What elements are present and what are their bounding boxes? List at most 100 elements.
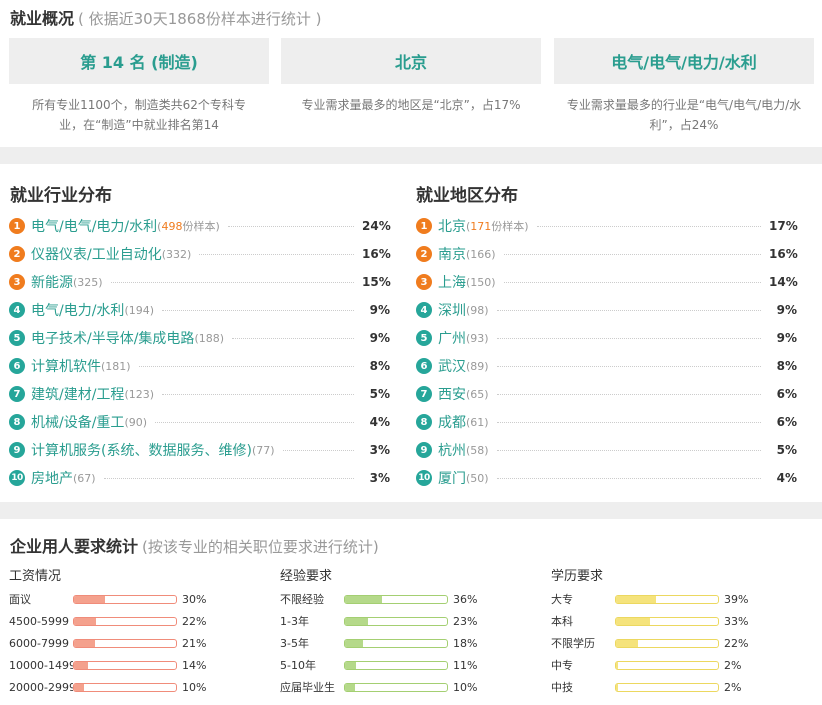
industry-row[interactable]: 4 电气/电力/水利 (194) 9% [9, 296, 390, 324]
region-name-link[interactable]: 北京 [438, 216, 466, 236]
rank-badge: 4 [416, 302, 432, 318]
requirement-row: 10000-14999 14% [9, 654, 206, 676]
sample-count-value: 89 [470, 359, 485, 373]
percent-value: 6% [776, 387, 797, 401]
dotted-leader [496, 365, 761, 367]
region-name-link[interactable]: 广州 [438, 328, 466, 348]
industry-name-link[interactable]: 新能源 [31, 272, 73, 292]
industry-name-link[interactable]: 仪器仪表/工业自动化 [31, 244, 162, 264]
percent-value: 9% [369, 303, 390, 317]
percent-value: 21% [182, 636, 207, 650]
sample-count-value: 67 [77, 471, 92, 485]
rank-badge: 5 [416, 330, 432, 346]
rank-badge: 1 [416, 218, 432, 234]
progress-fill [345, 683, 356, 691]
industry-row[interactable]: 2 仪器仪表/工业自动化 (332) 16% [9, 240, 391, 268]
industry-row[interactable]: 10 房地产 (67) 3% [9, 464, 390, 492]
industry-name-link[interactable]: 电气/电气/电力/水利 [31, 216, 157, 236]
industry-name-link[interactable]: 房地产 [31, 468, 73, 488]
progress-bar [615, 682, 719, 692]
industry-row[interactable]: 5 电子技术/半导体/集成电路 (188) 9% [9, 324, 390, 352]
dotted-leader [496, 393, 761, 395]
progress-fill [74, 683, 85, 691]
progress-fill [345, 661, 357, 669]
industry-name-link[interactable]: 计算机服务(系统、数据服务、维修) [31, 440, 252, 460]
region-row[interactable]: 8 成都 (61) 6% [416, 408, 797, 436]
overview-desc-rank: 所有专业1100个，制造类共62个专科专业，在“制造”中就业排名第14 [32, 98, 246, 132]
region-row[interactable]: 1 北京 (171份样本) 17% [416, 212, 798, 240]
industry-row[interactable]: 3 新能源 (325) 15% [9, 268, 391, 296]
progress-bar [615, 616, 719, 626]
sample-count-value: 166 [470, 247, 492, 261]
region-name-link[interactable]: 南京 [438, 244, 466, 264]
sample-count: (325) [73, 275, 103, 289]
overview-desc-industry: 专业需求量最多的行业是“电气/电气/电力/水利”，占24% [566, 98, 802, 132]
industry-row[interactable]: 8 机械/设备/重工 (90) 4% [9, 408, 390, 436]
region-row[interactable]: 7 西安 (65) 6% [416, 380, 797, 408]
industry-row[interactable]: 9 计算机服务(系统、数据服务、维修) (77) 3% [9, 436, 390, 464]
rank-badge: 10 [416, 470, 432, 486]
progress-bar [344, 594, 448, 604]
sample-count: (67) [73, 471, 96, 485]
requirement-label: 面议 [9, 593, 31, 606]
industry-name-link[interactable]: 电子技术/半导体/集成电路 [31, 328, 194, 348]
overview-title: 就业概况 [10, 9, 75, 28]
progress-fill [345, 595, 382, 603]
dotted-leader [162, 393, 354, 395]
industry-name-link[interactable]: 机械/设备/重工 [31, 412, 124, 432]
requirement-row: 20000-29999 10% [9, 676, 206, 698]
region-name-link[interactable]: 深圳 [438, 300, 466, 320]
sample-count: (171份样本) [466, 220, 529, 233]
region-name-link[interactable]: 厦门 [438, 468, 466, 488]
dotted-leader [162, 309, 354, 311]
region-row[interactable]: 10 厦门 (50) 4% [416, 464, 797, 492]
region-row[interactable]: 6 武汉 (89) 8% [416, 352, 797, 380]
progress-fill [345, 639, 364, 647]
region-row[interactable]: 3 上海 (150) 14% [416, 268, 798, 296]
sample-count-value: 332 [166, 247, 188, 261]
rank-badge: 9 [9, 442, 25, 458]
sample-count: (61) [466, 415, 489, 429]
requirement-label: 4500-5999 [9, 614, 69, 628]
sample-count-value: 93 [470, 331, 485, 345]
rank-badge: 10 [9, 470, 25, 486]
requirements-subtitle: (按该专业的相关职位要求进行统计) [142, 538, 379, 556]
industry-title: 就业行业分布 [10, 186, 112, 206]
industry-name-link[interactable]: 电气/电力/水利 [31, 300, 124, 320]
dotted-leader [503, 281, 761, 283]
sample-count-value: 498 [161, 220, 183, 233]
progress-bar [73, 616, 177, 626]
progress-bar [73, 682, 177, 692]
dotted-leader [282, 449, 354, 451]
region-name-link[interactable]: 杭州 [438, 440, 466, 460]
region-title: 就业地区分布 [416, 186, 518, 206]
industry-name-link[interactable]: 计算机软件 [31, 356, 101, 376]
overview-header: 就业概况( 依据近30天1868份样本进行统计 ) [10, 5, 322, 28]
percent-value: 17% [769, 219, 798, 233]
sample-count-value: 181 [105, 359, 127, 373]
percent-value: 9% [369, 331, 390, 345]
region-name-link[interactable]: 西安 [438, 384, 466, 404]
progress-bar [344, 638, 448, 648]
rank-badge: 1 [9, 218, 25, 234]
region-name-link[interactable]: 上海 [438, 272, 466, 292]
requirement-label: 5-10年 [280, 659, 316, 672]
region-row[interactable]: 5 广州 (93) 9% [416, 324, 797, 352]
rank-badge: 9 [416, 442, 432, 458]
region-name-link[interactable]: 成都 [438, 412, 466, 432]
industry-row[interactable]: 1 电气/电气/电力/水利 (498份样本) 24% [9, 212, 391, 240]
progress-fill [616, 683, 619, 691]
requirement-row: 应届毕业生 10% [280, 676, 477, 698]
requirement-row: 6000-7999 21% [9, 632, 206, 654]
progress-fill [74, 661, 89, 669]
requirement-row: 本科 33% [551, 610, 748, 632]
rank-badge: 5 [9, 330, 25, 346]
industry-row[interactable]: 6 计算机软件 (181) 8% [9, 352, 390, 380]
region-row[interactable]: 9 杭州 (58) 5% [416, 436, 797, 464]
region-row[interactable]: 4 深圳 (98) 9% [416, 296, 797, 324]
industry-row[interactable]: 7 建筑/建材/工程 (123) 5% [9, 380, 390, 408]
region-name-link[interactable]: 武汉 [438, 356, 466, 376]
dotted-leader [496, 449, 761, 451]
industry-name-link[interactable]: 建筑/建材/工程 [31, 384, 124, 404]
region-row[interactable]: 2 南京 (166) 16% [416, 240, 798, 268]
